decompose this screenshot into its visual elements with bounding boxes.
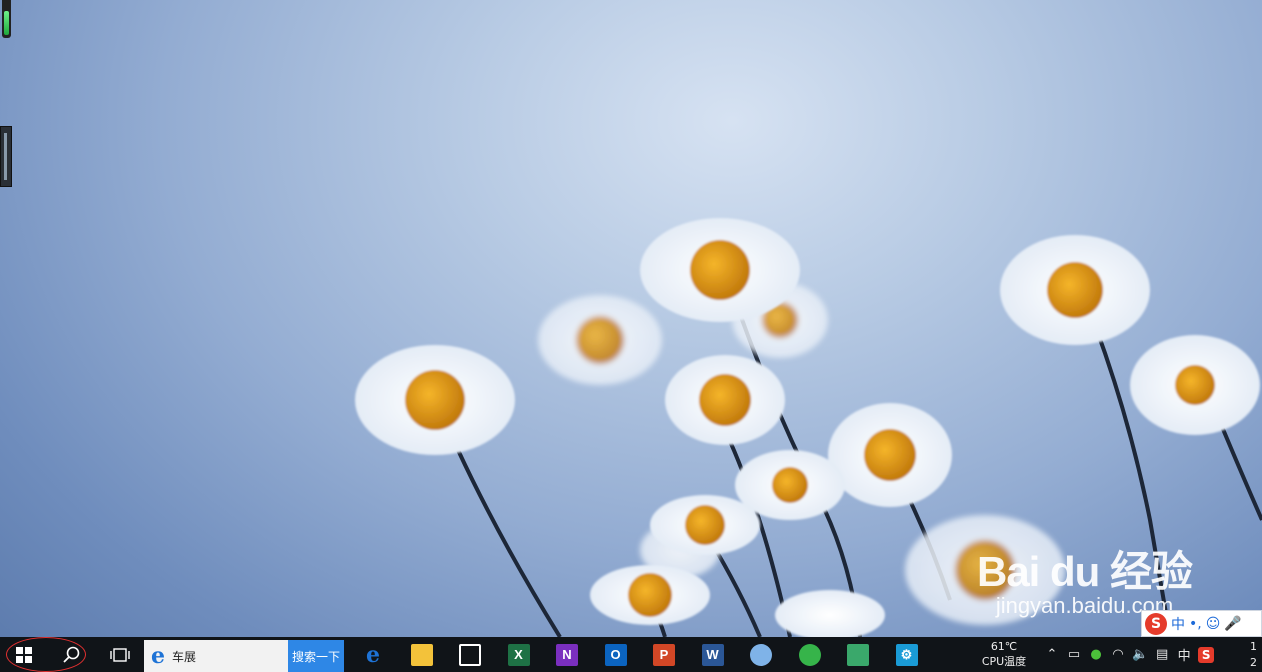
- system-tray: ⌃ ▭ ● ◠ 🔈 ▤ 中 S: [1044, 637, 1215, 672]
- memory-gauge-widget[interactable]: [2, 0, 11, 38]
- taskbar-app-store[interactable]: [447, 637, 493, 672]
- side-volume-widget[interactable]: [0, 126, 12, 187]
- start-button[interactable]: [0, 637, 48, 672]
- refresh-app-icon: [798, 643, 821, 666]
- taskbar-app-excel[interactable]: X: [496, 637, 542, 672]
- windows-logo-icon: [16, 646, 32, 663]
- clock-line1: 1: [1250, 640, 1257, 653]
- taskbar-app-paint[interactable]: [738, 637, 784, 672]
- search-input[interactable]: 车展: [172, 648, 288, 665]
- battery-icon[interactable]: ▭: [1066, 647, 1082, 662]
- taskbar-app-file-explorer[interactable]: [399, 637, 445, 672]
- task-view-button[interactable]: [96, 637, 144, 672]
- cpu-temperature-widget[interactable]: 61℃ CPU温度: [972, 639, 1036, 672]
- volume-icon[interactable]: 🔈: [1132, 647, 1148, 662]
- task-view-icon: [110, 647, 130, 662]
- ime-language-toggle[interactable]: 中: [1171, 614, 1185, 634]
- excel-icon: X: [507, 643, 530, 666]
- taskbar-app-powerpoint[interactable]: P: [641, 637, 687, 672]
- watermark-logo: Bai du 经验: [976, 548, 1193, 595]
- outlook-icon: O: [604, 643, 627, 666]
- green-app-tray-icon[interactable]: ●: [1088, 647, 1104, 662]
- sogou-tray-icon[interactable]: S: [1198, 646, 1215, 663]
- cpu-temp-label: CPU温度: [981, 655, 1027, 668]
- ie-icon: e: [151, 643, 165, 669]
- search-button[interactable]: [48, 637, 96, 672]
- baidu-jingyan-watermark: Bai du 经验 jingyan.baidu.com: [976, 538, 1193, 619]
- store-icon: [459, 643, 481, 666]
- word-icon: W: [701, 643, 724, 666]
- taskbar-app-onenote[interactable]: N: [544, 637, 590, 672]
- onenote-icon: N: [556, 643, 578, 666]
- file-explorer-icon: [410, 643, 433, 666]
- powerpoint-icon: P: [653, 643, 675, 666]
- ime-toolbar[interactable]: S 中 •, ☺ 🎤: [1141, 610, 1262, 637]
- taskbar-app-edge[interactable]: e: [350, 637, 396, 672]
- settings-icon: ⚙: [895, 643, 918, 666]
- taskbar-app-photos-app[interactable]: [835, 637, 881, 672]
- edge-icon: e: [366, 641, 380, 668]
- ime-language-indicator[interactable]: 中: [1176, 645, 1192, 664]
- show-hidden-icons-chevron-icon[interactable]: ⌃: [1044, 647, 1060, 662]
- cpu-temp-value: 61℃: [990, 640, 1018, 653]
- ime-voice-icon[interactable]: 🎤: [1224, 616, 1241, 632]
- taskbar-search-box[interactable]: e 车展 搜索一下: [144, 640, 344, 672]
- photos-app-icon: [847, 643, 869, 666]
- taskbar-app-outlook[interactable]: O: [593, 637, 639, 672]
- clock[interactable]: 1 2: [1250, 639, 1257, 671]
- wifi-icon[interactable]: ◠: [1110, 647, 1126, 662]
- ime-emoji-icon[interactable]: ☺: [1206, 616, 1221, 632]
- taskbar-app-refresh-app[interactable]: [787, 637, 833, 672]
- search-go-button[interactable]: 搜索一下: [288, 640, 344, 672]
- magnifier-icon: [63, 646, 80, 663]
- paint-icon: [750, 643, 772, 666]
- ime-punctuation-toggle[interactable]: •,: [1189, 616, 1202, 632]
- taskbar-app-settings[interactable]: ⚙: [884, 637, 930, 672]
- clock-line2: 2: [1250, 656, 1257, 669]
- sogou-logo-icon[interactable]: S: [1145, 612, 1167, 635]
- action-center-icon[interactable]: ▤: [1154, 647, 1170, 662]
- taskbar-app-word[interactable]: W: [690, 637, 736, 672]
